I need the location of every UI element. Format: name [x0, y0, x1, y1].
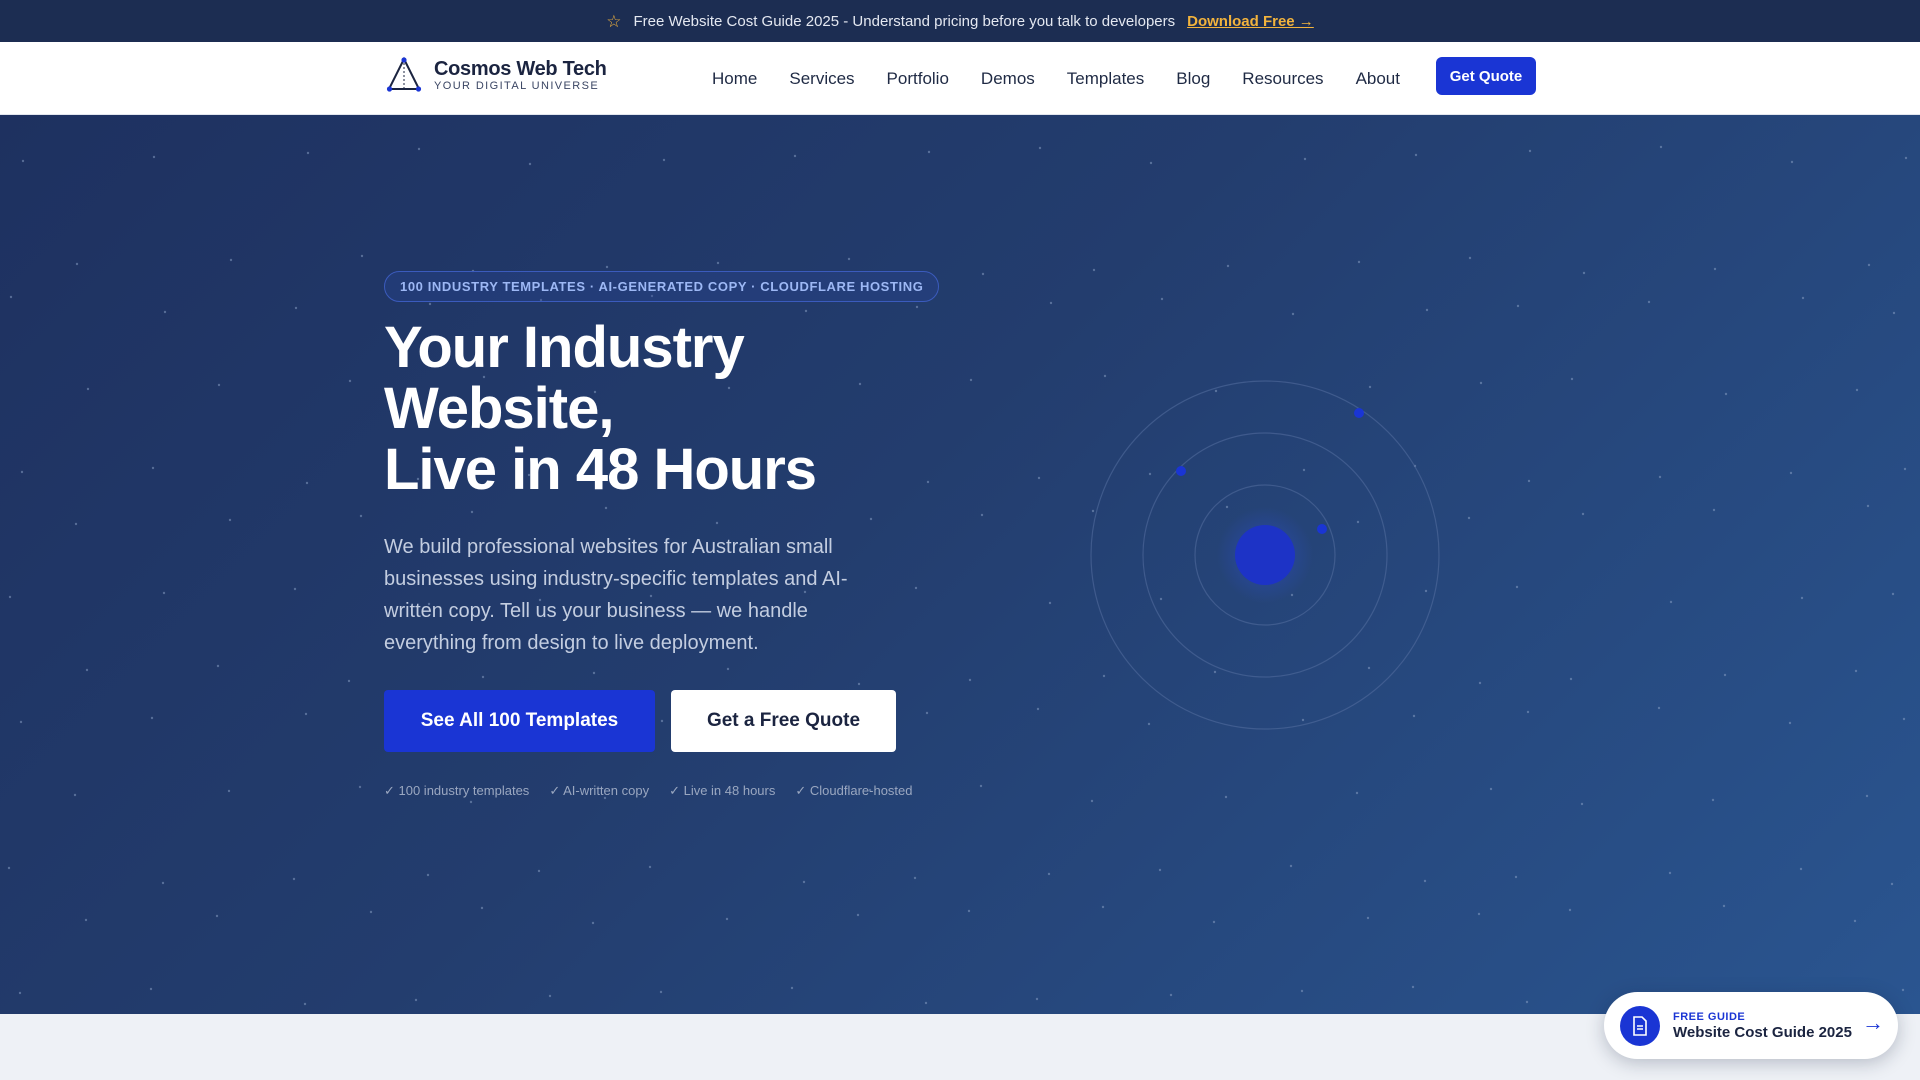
guide-title: Website Cost Guide 2025 — [1673, 1024, 1852, 1041]
hero-badge: 100 INDUSTRY TEMPLATES · AI-GENERATED CO… — [384, 271, 940, 302]
hero-title-line1: Your Industry — [384, 315, 745, 380]
document-icon — [1620, 1006, 1660, 1046]
triangle-logo-icon — [386, 56, 422, 92]
announcement-bar: ☆ Free Website Cost Guide 2025 - Underst… — [0, 0, 1920, 42]
arrow-right-icon: → — [1862, 1010, 1884, 1035]
feature-checklist: ✓ 100 industry templates ✓ AI-written co… — [384, 782, 944, 799]
nav-demos[interactable]: Demos — [965, 69, 1051, 89]
free-guide-card[interactable]: FREE GUIDE Website Cost Guide 2025 → — [1604, 992, 1898, 1059]
nav-templates[interactable]: Templates — [1051, 69, 1160, 89]
brand-tagline: YOUR DIGITAL UNIVERSE — [434, 79, 600, 92]
hero-section: 100 INDUSTRY TEMPLATES · AI-GENERATED CO… — [0, 115, 1920, 1014]
brand-logo[interactable]: Cosmos Web Tech YOUR DIGITAL UNIVERSE — [386, 56, 607, 94]
starfield-background — [7, 145, 1908, 1006]
get-quote-button[interactable]: Get Quote — [1436, 57, 1536, 95]
see-all-templates-button[interactable]: See All 100 Templates — [384, 690, 655, 752]
nav-about[interactable]: About — [1340, 69, 1416, 89]
check-item: ✓ AI-written copy — [549, 783, 650, 798]
hero-title-line2: Website, — [384, 376, 614, 441]
nav-home[interactable]: Home — [696, 69, 773, 89]
check-item: ✓ Cloudflare-hosted — [795, 783, 913, 798]
hero-subtitle: We build professional websites for Austr… — [384, 536, 848, 654]
hero-title-line3: Live in 48 Hours — [384, 437, 817, 502]
nav-resources[interactable]: Resources — [1226, 69, 1339, 89]
nav-blog[interactable]: Blog — [1160, 69, 1226, 89]
orbit-illustration — [1090, 380, 1440, 730]
site-header: Cosmos Web Tech YOUR DIGITAL UNIVERSE Ho… — [0, 42, 1920, 115]
star-icon: ☆ — [606, 11, 622, 31]
check-item: ✓ 100 industry templates — [384, 783, 530, 798]
download-free-link[interactable]: Download Free → — [1187, 13, 1314, 30]
guide-eyebrow: FREE GUIDE — [1673, 1011, 1746, 1023]
check-item: ✓ Live in 48 hours — [669, 783, 776, 798]
brand-name: Cosmos Web Tech — [434, 57, 607, 80]
nav-services[interactable]: Services — [773, 69, 870, 89]
free-quote-button[interactable]: Get a Free Quote — [671, 690, 896, 752]
hero-title: Your Industry Website, Live in 48 Hours — [384, 317, 1004, 500]
nav-portfolio[interactable]: Portfolio — [871, 69, 965, 89]
main-nav: Home Services Portfolio Demos Templates … — [696, 42, 1416, 115]
announcement-text: Free Website Cost Guide 2025 - Understan… — [633, 12, 1176, 30]
